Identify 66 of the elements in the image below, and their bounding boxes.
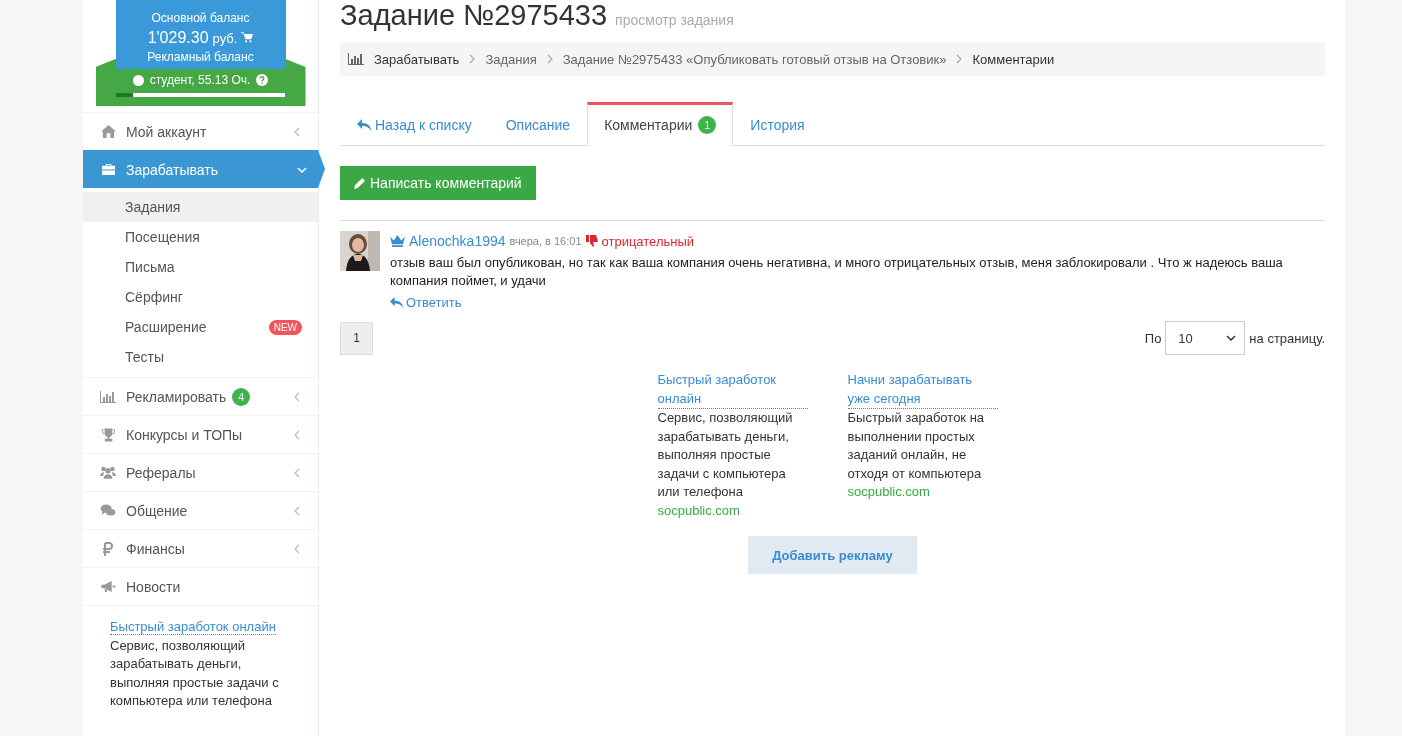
menu-item[interactable]: Новости (83, 567, 318, 605)
count-badge: 4 (232, 387, 251, 406)
ad-link[interactable]: Быстрый заработок онлайн (657, 371, 808, 409)
per-page-label: По (1144, 330, 1162, 346)
rating-label: отрицательный (601, 233, 695, 249)
reply-link[interactable]: Ответить (390, 295, 462, 310)
submenu-item[interactable]: Сёрфинг (83, 282, 318, 312)
tab[interactable]: Комментарии 1 (587, 102, 734, 146)
cart-icon (241, 32, 254, 43)
submenu-item[interactable]: Письма (83, 252, 318, 282)
briefcase-icon (100, 163, 116, 176)
submenu-item[interactable]: Посещения (83, 222, 318, 252)
crown-icon (390, 235, 405, 247)
author-link[interactable]: Alenochka1994 (409, 233, 506, 249)
balance-label: Основной баланс (150, 10, 251, 26)
menu-item[interactable]: Рефералы (83, 453, 318, 491)
breadcrumb-current: Комментарии (972, 51, 1055, 67)
ad-domain: socpublic.com (847, 483, 931, 501)
ad-link[interactable]: Быстрый заработок онлайн (110, 619, 276, 635)
ad-link[interactable]: Начни зарабатывать уже сегодня (847, 371, 998, 409)
comment-time: вчера, в 16:01 (509, 235, 582, 247)
balance-amount: 1'029.30 (147, 29, 209, 47)
count-badge: 1 (698, 116, 717, 134)
help-icon (256, 74, 269, 86)
per-page-select[interactable]: 10 (1165, 321, 1246, 355)
breadcrumb-link[interactable]: Задания (485, 51, 537, 67)
chevron-right-icon (546, 54, 553, 64)
new-badge: NEW (268, 319, 302, 335)
trophy-icon (100, 427, 116, 442)
tab[interactable]: История (733, 102, 822, 146)
menu-item[interactable]: Финансы (83, 529, 318, 567)
reply-arrow-icon (390, 297, 403, 308)
page-subtitle: просмотр задания (615, 12, 734, 28)
breadcrumb-link[interactable]: Зарабатывать (374, 51, 460, 67)
status-dot-icon (132, 74, 144, 86)
submenu-item[interactable]: Тесты (83, 342, 318, 372)
status-text: студент, 55.13 Оч. (149, 73, 251, 87)
users-icon (100, 466, 116, 479)
pencil-icon (354, 177, 365, 189)
bar-chart-icon (348, 53, 364, 65)
page-title: Задание №2975433 (340, 0, 608, 30)
bar-chart-icon (100, 390, 116, 403)
megaphone-icon (100, 580, 116, 593)
tab[interactable]: Описание (488, 102, 588, 146)
home-icon (100, 125, 116, 138)
reply-arrow-icon (357, 119, 371, 131)
menu-item[interactable]: Рекламировать 4 (83, 377, 318, 415)
ad-text: Быстрый заработок на выполнении простых заданий онлайн, не отходя от компьютера (847, 409, 986, 483)
chat-bubbles-icon (100, 504, 116, 517)
submenu-item[interactable]: Расширение NEW (83, 312, 318, 342)
chevron-right-icon (469, 54, 476, 64)
ad-text: Сервис, позволяющий зарабатывать деньги, выполняя простые задачи с компьютера или телефона (657, 409, 794, 501)
back-link[interactable]: Назад к списку (340, 102, 489, 146)
menu-item[interactable]: Конкурсы и ТОПы (83, 415, 318, 453)
menu-item[interactable]: Общение (83, 491, 318, 529)
breadcrumb-link[interactable]: Задание №2975433 «Опубликовать готовый отзыв на Отзовик» (562, 51, 947, 67)
per-page-label: на страницу. (1249, 330, 1325, 346)
currency-label: руб. (212, 31, 238, 46)
ruble-icon (102, 541, 114, 556)
chevron-down-icon (1226, 335, 1237, 341)
submenu-item[interactable]: Задания (83, 192, 318, 222)
ad-domain: socpublic.com (657, 501, 741, 520)
chevron-right-icon (956, 54, 963, 64)
page-button[interactable]: 1 (340, 321, 373, 355)
comment-text: отзыв ваш был опубликован, но так как ваша компания очень негативна, и много отрицательных отзыв, меня заблокировали . Что ж надеюсь ваша компания поймет, и удачи (390, 254, 1284, 290)
ad-text: Сервис, позволяющий зарабатывать деньги, выполняя простые задачи с компьютера или телефона (110, 636, 280, 710)
